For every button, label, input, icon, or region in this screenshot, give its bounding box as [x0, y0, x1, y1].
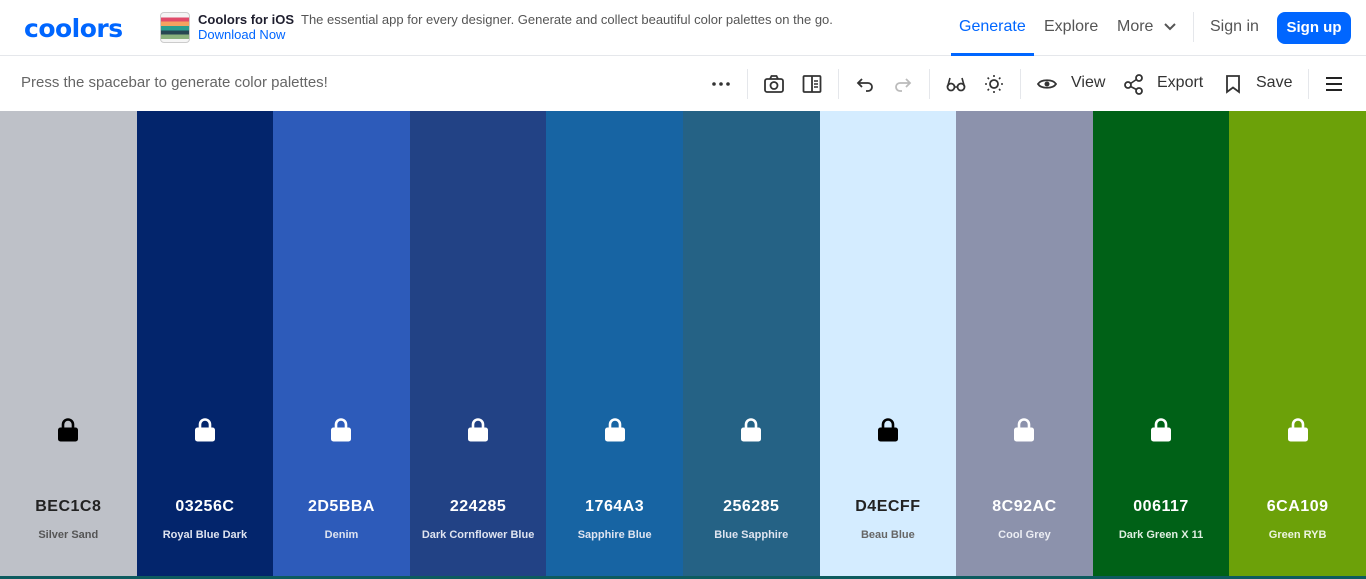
view-button[interactable]: View [1071, 74, 1105, 92]
lock-icon[interactable] [740, 417, 762, 443]
view-columns-icon[interactable] [801, 73, 823, 95]
toolbar-divider [929, 69, 930, 99]
color-swatch[interactable]: 224285 Dark Cornflower Blue [409, 111, 547, 576]
sign-in-link[interactable]: Sign in [1210, 18, 1259, 36]
bookmark-icon[interactable] [1222, 73, 1244, 95]
ios-app-thumbnail[interactable] [160, 12, 190, 43]
share-icon[interactable] [1123, 73, 1145, 95]
more-options-icon[interactable] [710, 73, 732, 95]
lock-icon[interactable] [467, 417, 489, 443]
color-swatch[interactable]: 256285 Blue Sapphire [682, 111, 820, 576]
spacebar-hint: Press the spacebar to generate color pal… [21, 74, 328, 91]
color-hex-code[interactable]: 006117 [1093, 498, 1230, 516]
color-name[interactable]: Green RYB [1229, 529, 1366, 541]
color-hex-code[interactable]: 1764A3 [546, 498, 683, 516]
toolbar-divider [838, 69, 839, 99]
lock-icon[interactable] [1287, 417, 1309, 443]
camera-icon[interactable] [763, 73, 785, 95]
toolbar-divider [1308, 69, 1309, 99]
sign-up-button[interactable]: Sign up [1277, 12, 1351, 44]
sun-icon[interactable] [983, 73, 1005, 95]
glasses-icon[interactable] [945, 73, 967, 95]
toolbar-divider [747, 69, 748, 99]
color-name[interactable]: Royal Blue Dark [137, 529, 274, 541]
color-name[interactable]: Cool Grey [956, 529, 1093, 541]
color-swatch[interactable]: D4ECFF Beau Blue [819, 111, 957, 576]
color-hex-code[interactable]: 256285 [683, 498, 820, 516]
eye-icon[interactable] [1036, 73, 1058, 95]
lock-icon[interactable] [57, 417, 79, 443]
color-name[interactable]: Dark Cornflower Blue [410, 529, 547, 541]
promo-description: The essential app for every designer. Ge… [301, 12, 833, 27]
coolors-logo[interactable]: coolors [24, 14, 123, 43]
lock-icon[interactable] [604, 417, 626, 443]
lock-icon[interactable] [330, 417, 352, 443]
nav-generate[interactable]: Generate [959, 18, 1026, 36]
color-swatch[interactable]: 2D5BBA Denim [273, 111, 410, 576]
color-name[interactable]: Silver Sand [0, 529, 137, 541]
lock-icon[interactable] [1150, 417, 1172, 443]
toolbar-divider [1020, 69, 1021, 99]
color-hex-code[interactable]: D4ECFF [820, 498, 957, 516]
color-name[interactable]: Denim [273, 529, 410, 541]
chevron-down-icon[interactable] [1163, 22, 1177, 32]
export-button[interactable]: Export [1157, 74, 1203, 92]
color-hex-code[interactable]: 8C92AC [956, 498, 1093, 516]
color-name[interactable]: Beau Blue [820, 529, 957, 541]
color-hex-code[interactable]: 2D5BBA [273, 498, 410, 516]
color-palette: BEC1C8 Silver Sand 03256C Royal Blue Dark 2D… [0, 111, 1366, 576]
lock-icon[interactable] [194, 417, 216, 443]
lock-icon[interactable] [877, 417, 899, 443]
save-button[interactable]: Save [1256, 74, 1292, 92]
color-name[interactable]: Dark Green X 11 [1093, 529, 1230, 541]
color-hex-code[interactable]: BEC1C8 [0, 498, 137, 516]
lock-icon[interactable] [1013, 417, 1035, 443]
color-hex-code[interactable]: 6CA109 [1229, 498, 1366, 516]
color-hex-code[interactable]: 224285 [410, 498, 547, 516]
color-hex-code[interactable]: 03256C [137, 498, 274, 516]
color-swatch[interactable]: 6CA109 Green RYB [1229, 111, 1366, 576]
undo-icon[interactable] [854, 73, 876, 95]
generator-toolbar: Press the spacebar to generate color pal… [0, 56, 1366, 111]
nav-explore[interactable]: Explore [1044, 18, 1098, 36]
color-swatch[interactable]: 03256C Royal Blue Dark [136, 111, 274, 576]
download-now-link[interactable]: Download Now [198, 27, 285, 42]
top-nav: coolors Coolors for iOS The essential ap… [0, 0, 1366, 56]
nav-more[interactable]: More [1117, 18, 1153, 36]
color-swatch[interactable]: 1764A3 Sapphire Blue [546, 111, 683, 576]
hamburger-menu-icon[interactable] [1323, 73, 1345, 95]
color-swatch[interactable]: 006117 Dark Green X 11 [1092, 111, 1230, 576]
nav-divider [1193, 12, 1194, 42]
color-swatch[interactable]: BEC1C8 Silver Sand [0, 111, 137, 576]
promo-title: Coolors for iOS [198, 12, 295, 27]
color-name[interactable]: Blue Sapphire [683, 529, 820, 541]
color-name[interactable]: Sapphire Blue [546, 529, 683, 541]
color-swatch[interactable]: 8C92AC Cool Grey [956, 111, 1093, 576]
redo-icon[interactable] [892, 73, 914, 95]
